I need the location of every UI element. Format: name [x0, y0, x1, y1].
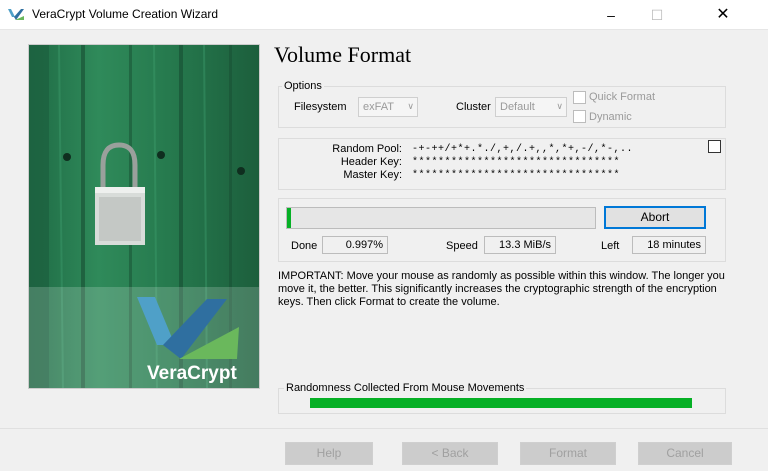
done-label: Done — [291, 240, 318, 252]
cluster-select-value: Default — [500, 101, 535, 113]
master-key-label: Master Key: — [343, 169, 402, 181]
dynamic-checkbox[interactable] — [573, 110, 586, 123]
window-title: VeraCrypt Volume Creation Wizard — [32, 7, 219, 21]
filesystem-select[interactable]: exFAT ∨ — [358, 97, 418, 117]
randomness-meter-bar — [310, 398, 692, 408]
cluster-select[interactable]: Default ∨ — [495, 97, 567, 117]
minimize-button[interactable]: – — [588, 0, 634, 30]
cluster-label: Cluster — [456, 101, 491, 113]
done-value: 0.997% — [322, 236, 388, 254]
title-bar: VeraCrypt Volume Creation Wizard – ☐ ✕ — [0, 0, 768, 30]
speed-value: 13.3 MiB/s — [484, 236, 556, 254]
show-keys-checkbox[interactable] — [708, 140, 721, 153]
quick-format-label: Quick Format — [589, 91, 656, 103]
randomness-group-label: Randomness Collected From Mouse Movement… — [284, 382, 527, 394]
page-title: Volume Format — [274, 42, 412, 67]
veracrypt-logo-icon — [8, 9, 24, 20]
abort-button[interactable]: Abort — [604, 206, 706, 229]
options-group-label: Options — [282, 80, 324, 92]
cancel-button[interactable]: Cancel — [638, 442, 732, 465]
quick-format-checkbox[interactable] — [573, 91, 586, 104]
time-left-value: 18 minutes — [632, 236, 706, 254]
filesystem-select-value: exFAT — [363, 101, 394, 113]
random-pool-value: -+-++/+*+.*./,+,/.+,,*,*+,-/,*-,.. — [412, 144, 634, 155]
back-button[interactable]: < Back — [402, 442, 498, 465]
format-button[interactable]: Format — [520, 442, 616, 465]
format-progress-bar — [286, 207, 596, 229]
chevron-down-icon: ∨ — [556, 101, 563, 111]
speed-label: Speed — [446, 240, 478, 252]
help-button[interactable]: Help — [285, 442, 373, 465]
close-button[interactable]: ✕ — [700, 0, 746, 30]
filesystem-label: Filesystem — [294, 101, 347, 113]
header-key-label: Header Key: — [340, 156, 402, 168]
maximize-button[interactable]: ☐ — [634, 0, 680, 30]
random-pool-label: Random Pool: — [332, 143, 402, 155]
important-instructions: IMPORTANT: Move your mouse as randomly a… — [278, 270, 725, 308]
dynamic-label: Dynamic — [589, 111, 632, 123]
padlock-door-illustration — [29, 45, 259, 388]
header-key-value: ******************************** — [412, 157, 621, 168]
time-left-label: Left — [601, 240, 620, 252]
banner-brand-label: VeraCrypt — [147, 363, 237, 384]
wizard-banner-image: VeraCrypt — [28, 44, 260, 389]
format-progress-fill — [287, 208, 291, 228]
master-key-value: ******************************** — [412, 170, 621, 181]
chevron-down-icon: ∨ — [407, 101, 414, 111]
